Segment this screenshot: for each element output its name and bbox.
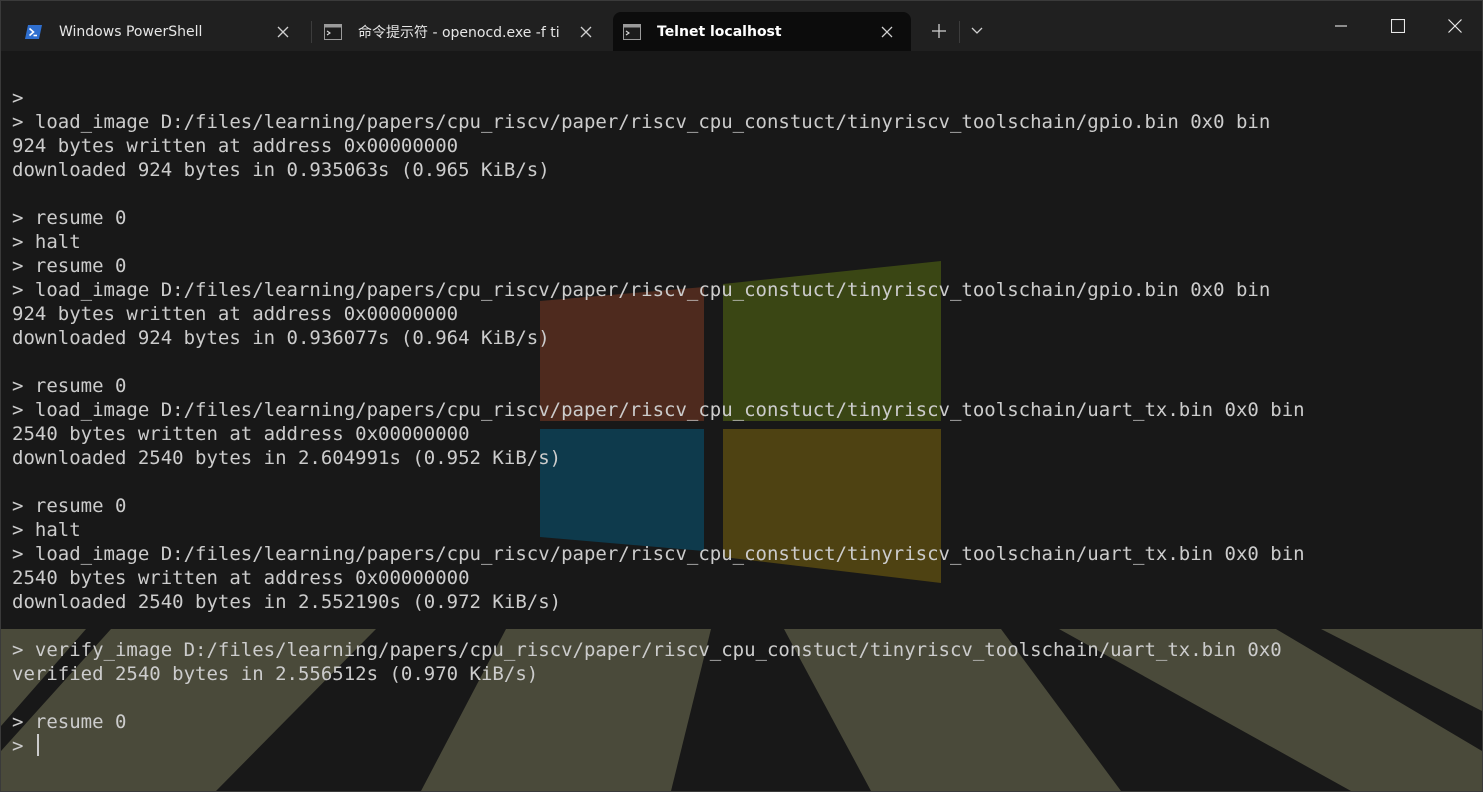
close-window-button[interactable] <box>1427 1 1482 51</box>
close-tab-icon[interactable] <box>576 22 596 42</box>
close-icon <box>1448 19 1462 33</box>
terminal-line: > load_image D:/files/learning/papers/cp… <box>12 279 1271 301</box>
terminal-line: > resume 0 <box>12 255 127 277</box>
terminal-line: verified 2540 bytes in 2.556512s (0.970 … <box>12 663 539 685</box>
terminal-line: downloaded 2540 bytes in 2.604991s (0.95… <box>12 447 562 469</box>
terminal-line: 2540 bytes written at address 0x00000000 <box>12 423 470 445</box>
terminal-line: 924 bytes written at address 0x00000000 <box>12 303 459 325</box>
cmd-icon <box>324 23 342 41</box>
maximize-icon <box>1391 19 1405 33</box>
terminal-line: downloaded 2540 bytes in 2.552190s (0.97… <box>12 591 562 613</box>
tab-dropdown-button[interactable] <box>963 17 991 45</box>
terminal-line: 924 bytes written at address 0x00000000 <box>12 135 459 157</box>
plus-icon <box>932 24 946 38</box>
terminal-line: > resume 0 <box>12 207 127 229</box>
cmd-icon <box>623 23 641 41</box>
terminal-window: Windows PowerShell 命令提示符 - openocd.exe -… <box>0 0 1483 792</box>
new-tab-button[interactable] <box>925 17 953 45</box>
text-cursor <box>36 734 39 756</box>
terminal-content[interactable]: > > load_image D:/files/learning/papers/c… <box>1 51 1482 791</box>
terminal-line: > resume 0 <box>12 495 127 517</box>
terminal-line: downloaded 924 bytes in 0.936077s (0.964… <box>12 327 550 349</box>
chevron-down-icon <box>971 27 983 34</box>
minimize-icon <box>1335 25 1347 27</box>
tab-separator <box>311 21 312 43</box>
terminal-line: > resume 0 <box>12 375 127 397</box>
tab-command-prompt[interactable]: 命令提示符 - openocd.exe -f ti <box>314 12 610 51</box>
powershell-icon <box>25 23 43 41</box>
tab-separator <box>959 21 960 43</box>
maximize-button[interactable] <box>1370 1 1426 51</box>
terminal-line: > load_image D:/files/learning/papers/cp… <box>12 111 1271 133</box>
terminal-line: 2540 bytes written at address 0x00000000 <box>12 567 470 589</box>
terminal-line: downloaded 924 bytes in 0.935063s (0.965… <box>12 159 550 181</box>
minimize-button[interactable] <box>1313 1 1369 51</box>
terminal-line: > resume 0 <box>12 711 127 733</box>
terminal-line: > load_image D:/files/learning/papers/cp… <box>12 399 1305 421</box>
close-tab-icon[interactable] <box>877 22 897 42</box>
tab-label: Telnet localhost <box>657 23 782 40</box>
tab-windows-powershell[interactable]: Windows PowerShell <box>15 12 307 51</box>
tab-telnet-localhost[interactable]: Telnet localhost <box>613 12 911 51</box>
terminal-line: > halt <box>12 231 81 253</box>
terminal-line: > verify_image D:/files/learning/papers/… <box>12 639 1282 661</box>
title-bar[interactable]: Windows PowerShell 命令提示符 - openocd.exe -… <box>1 1 1482 51</box>
close-tab-icon[interactable] <box>273 22 293 42</box>
terminal-line: > <box>12 87 24 109</box>
prompt-text: > <box>12 735 35 757</box>
terminal-prompt-line[interactable]: > <box>12 734 1305 758</box>
terminal-line: > halt <box>12 519 81 541</box>
tab-label: 命令提示符 - openocd.exe -f ti <box>358 24 560 41</box>
terminal-output: > > load_image D:/files/learning/papers/c… <box>12 86 1305 758</box>
terminal-line: > load_image D:/files/learning/papers/cp… <box>12 543 1305 565</box>
tab-label: Windows PowerShell <box>59 23 203 40</box>
